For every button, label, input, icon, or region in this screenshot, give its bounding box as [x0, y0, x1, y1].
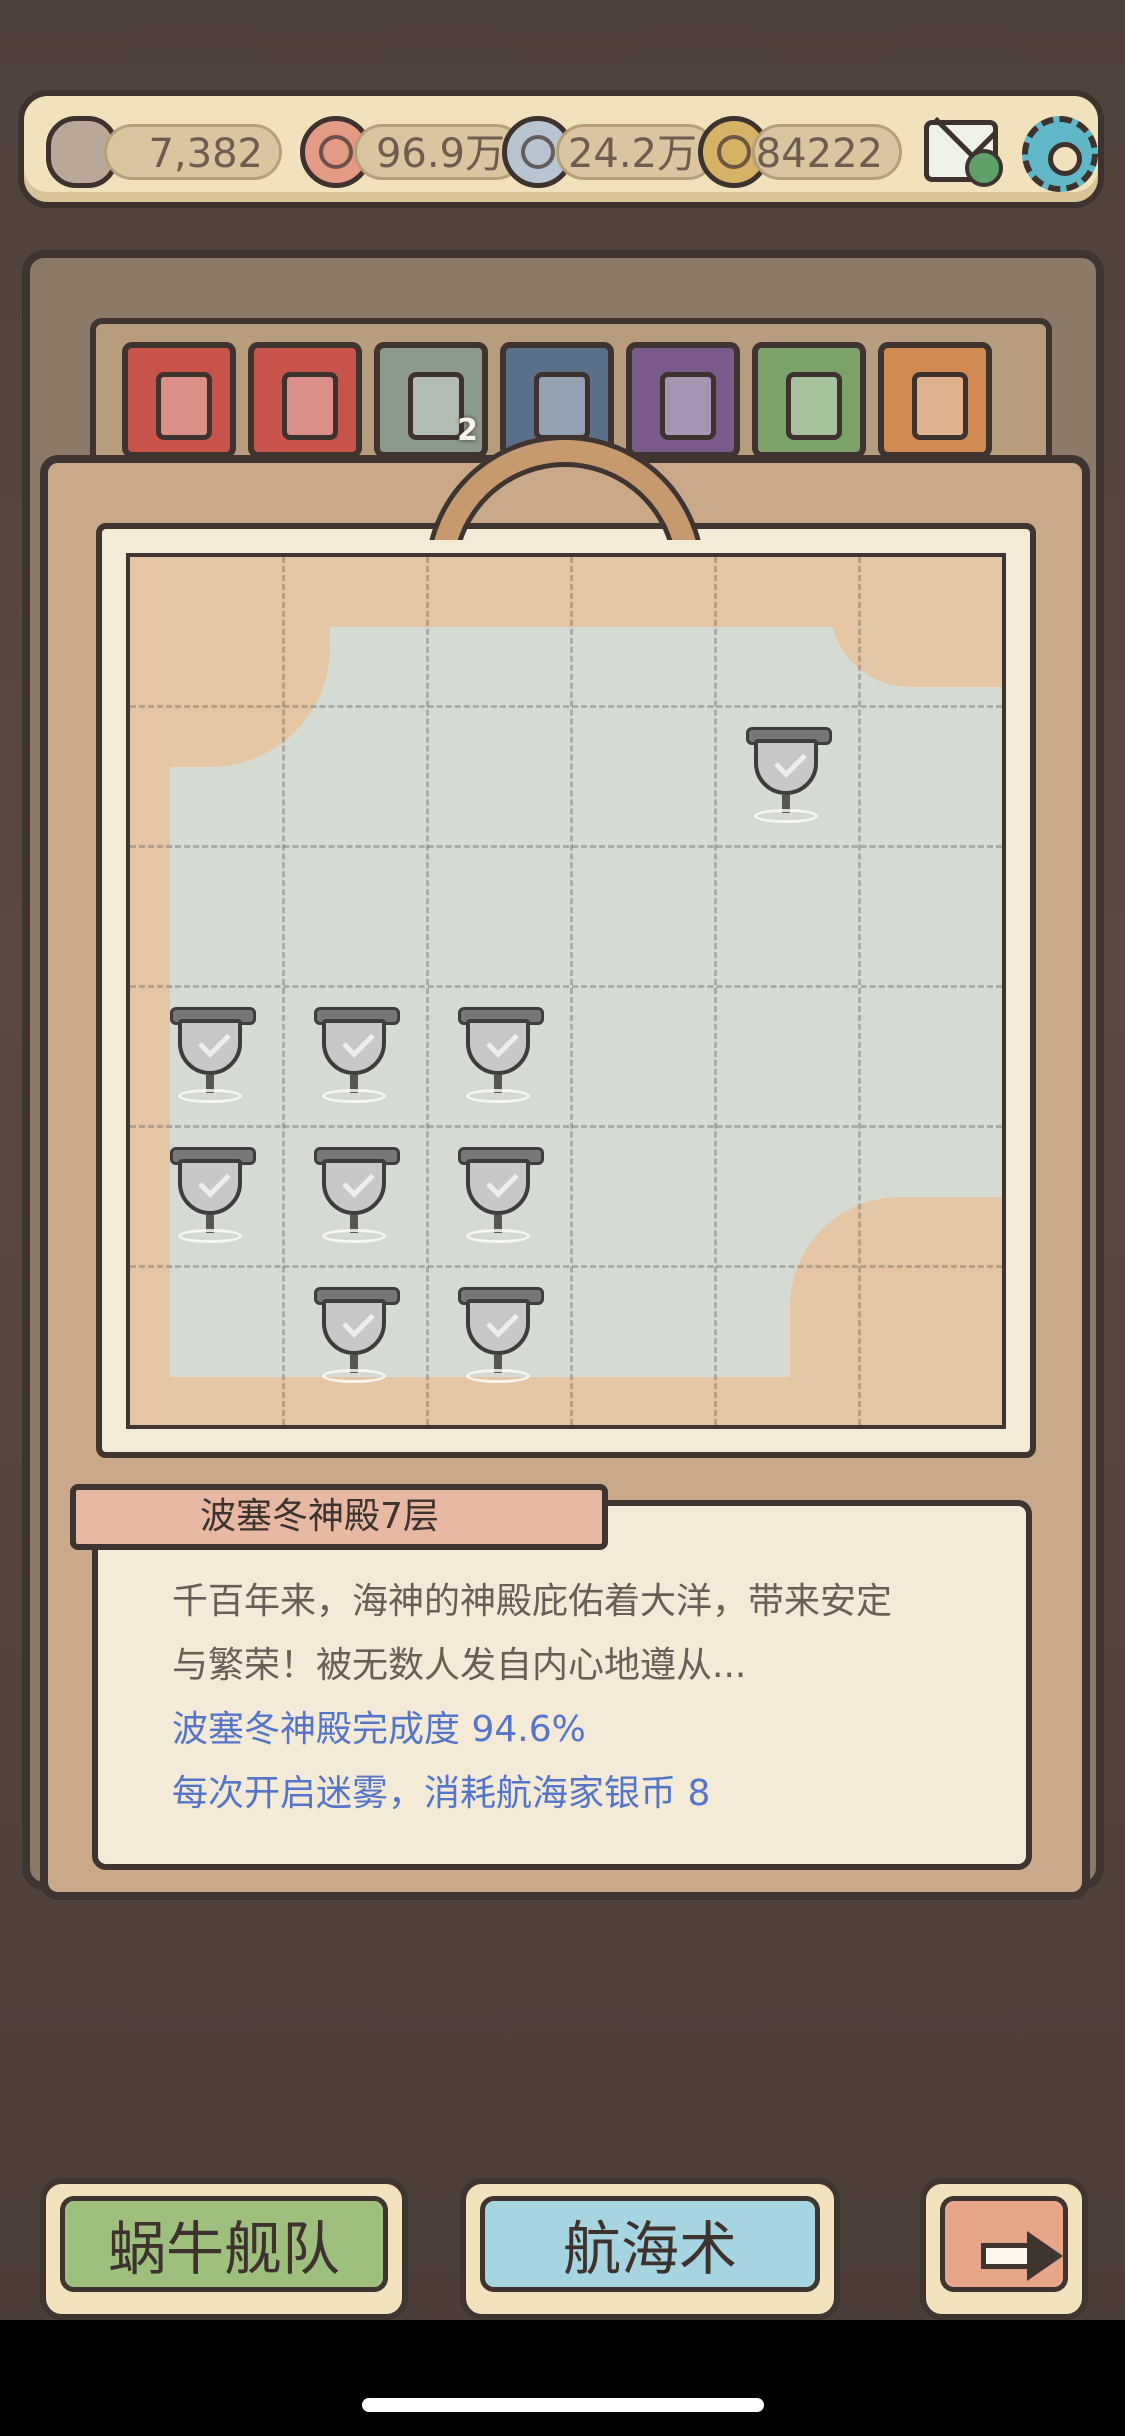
ship-wheel-icon — [420, 420, 710, 540]
description-line-2: 与繁荣！被无数人发自内心地遵从... — [172, 1645, 747, 1686]
next-button[interactable] — [920, 2178, 1088, 2320]
grid-line — [130, 845, 1002, 848]
resource-bar: 7,382 96.9万 24.2万 84222 — [18, 90, 1104, 208]
silver-coin-amount: 24.2万 — [556, 124, 716, 180]
location-description: 千百年来，海神的神殿庇佑着大洋，带来安定 与繁荣！被无数人发自内心地遵从... … — [80, 1570, 960, 1826]
sea-map[interactable] — [126, 553, 1006, 1429]
battery-red-icon[interactable] — [248, 342, 362, 458]
explored-flag-icon[interactable] — [164, 1003, 256, 1103]
map-frame — [96, 523, 1036, 1458]
bottom-strip — [0, 2320, 1125, 2436]
battery-red-icon[interactable] — [122, 342, 236, 458]
explored-flag-icon[interactable] — [308, 1003, 400, 1103]
location-title: 波塞冬神殿7层 — [70, 1484, 608, 1550]
gear-icon[interactable] — [1022, 116, 1098, 192]
snail-fleet-label: 蜗牛舰队 — [60, 2196, 388, 2292]
grid-line — [130, 985, 1002, 988]
explored-flag-icon[interactable] — [452, 1003, 544, 1103]
arrow-right-icon — [981, 2231, 1063, 2281]
ticket-icon[interactable] — [878, 342, 992, 458]
description-line-1: 千百年来，海神的神殿庇佑着大洋，带来安定 — [172, 1581, 893, 1622]
explored-flag-icon[interactable] — [452, 1143, 544, 1243]
grid-line — [130, 1125, 1002, 1128]
grid-line — [570, 557, 573, 1425]
explored-flag-icon[interactable] — [452, 1283, 544, 1383]
explored-flag-icon[interactable] — [740, 723, 832, 823]
gold-coin-amount: 84222 — [752, 124, 902, 180]
grid-line — [426, 557, 429, 1425]
red-coin-amount: 96.9万 — [354, 124, 524, 180]
fog-cost-text: 每次开启迷雾，消耗航海家银币 8 — [172, 1773, 711, 1814]
explored-flag-icon[interactable] — [308, 1283, 400, 1383]
home-indicator[interactable] — [362, 2398, 764, 2412]
explored-flag-icon[interactable] — [164, 1143, 256, 1243]
grid-line — [858, 557, 861, 1425]
grid-line — [130, 1265, 1002, 1268]
navigation-label: 航海术 — [480, 2196, 820, 2292]
snail-count: 7,382 — [104, 124, 282, 180]
potion-icon[interactable] — [752, 342, 866, 458]
completion-text: 波塞冬神殿完成度 94.6% — [172, 1709, 586, 1750]
grid-line — [130, 705, 1002, 708]
grid-line — [714, 557, 717, 1425]
mail-icon[interactable] — [924, 120, 1003, 187]
navigation-button[interactable]: 航海术 — [460, 2178, 840, 2320]
grid-line — [282, 557, 285, 1425]
explored-flag-icon[interactable] — [308, 1143, 400, 1243]
snail-fleet-button[interactable]: 蜗牛舰队 — [40, 2178, 408, 2320]
